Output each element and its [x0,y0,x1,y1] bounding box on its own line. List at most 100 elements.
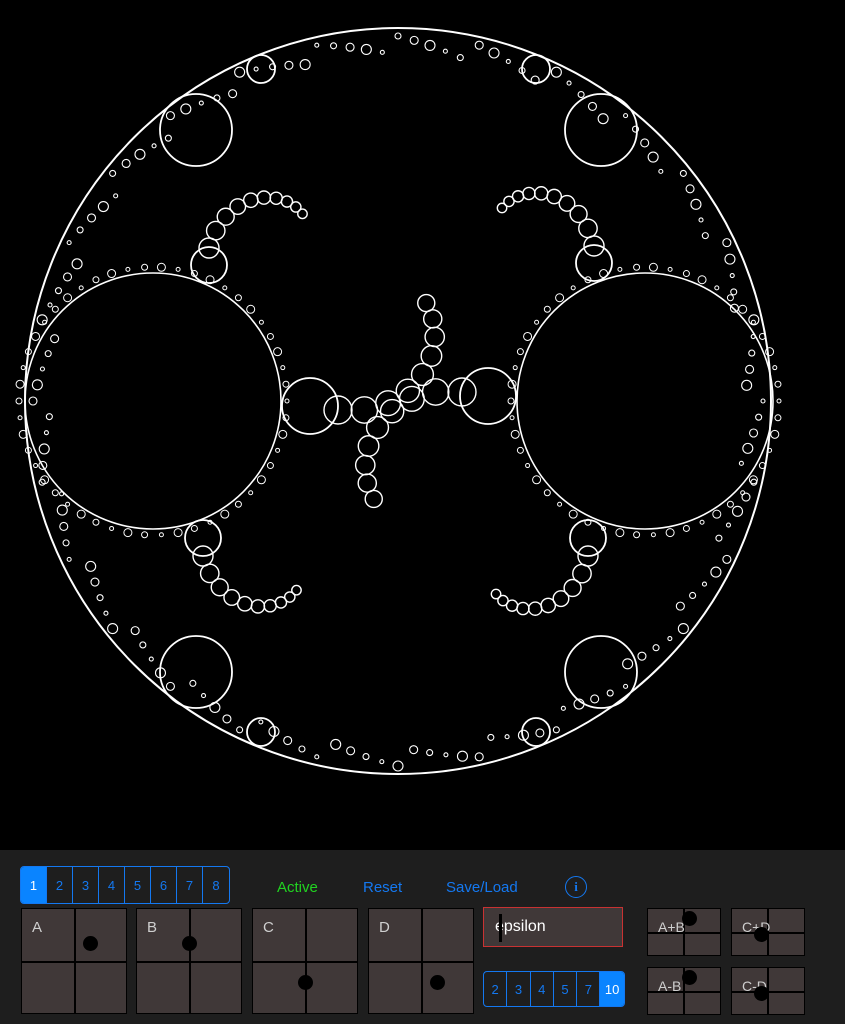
limit-set-circle [134,148,146,160]
limit-set-circle [354,454,376,476]
limit-set-circle [50,334,60,344]
limit-set-circle [180,103,192,115]
combo-pad-c-minus-d[interactable]: C-D [731,967,805,1015]
level-selector-option[interactable]: 7 [177,867,203,903]
limit-set-circle [282,380,290,388]
limit-set-circle [159,93,233,167]
epsilon-slider-knob[interactable] [499,914,502,942]
limit-set-circle [200,693,207,699]
limit-set-circle [394,32,402,40]
depth-selector-option[interactable]: 4 [531,972,554,1006]
limit-set-circle [637,651,647,661]
limit-set-circle [31,379,43,391]
epsilon-slider[interactable]: epsilon [483,907,623,947]
limit-set-circle [275,447,281,453]
limit-set-circle [379,49,385,55]
limit-set-circle [504,734,510,740]
combo-handle[interactable] [682,911,697,926]
level-selector-option[interactable]: 5 [125,867,151,903]
limit-set-circle [360,43,372,55]
limit-set-circle [107,623,119,635]
level-selector-option[interactable]: 8 [203,867,229,903]
limit-set-circle [44,350,52,358]
limit-set-circle [729,303,739,313]
limit-set-circle [512,365,518,371]
info-icon[interactable]: i [565,876,587,898]
pad-b[interactable]: B [136,908,242,1014]
level-selector-option[interactable]: 3 [73,867,99,903]
level-selector-option[interactable]: 2 [47,867,73,903]
limit-set-circle [615,528,625,538]
level-selector-option[interactable]: 6 [151,867,177,903]
limit-set-circle [532,475,542,485]
combo-pad-a-plus-minus-b[interactable]: A+B [647,908,721,956]
depth-selector-option[interactable]: 10 [600,972,624,1006]
active-toggle[interactable]: Active [277,879,318,896]
limit-set-circle [141,531,149,539]
limit-set-circle [557,501,563,507]
limit-set-circle [755,413,763,421]
limit-set-circle [587,101,598,111]
pad-handle[interactable] [429,974,445,990]
limit-set-circle [647,151,659,163]
limit-set-circle [258,319,264,325]
pad-handle[interactable] [298,974,313,990]
fractal-canvas[interactable] [0,0,845,850]
limit-set-circle [447,377,477,407]
combo-handle[interactable] [754,986,769,1001]
limit-set-circle [652,644,660,652]
limit-set-circle [712,509,722,519]
limit-set-circle [566,80,572,86]
limit-set-circle [570,285,576,291]
limit-set-circle [597,113,609,125]
limit-set-circle [278,429,288,439]
pad-a[interactable]: A [21,908,127,1014]
combo-handle[interactable] [754,927,769,942]
limit-set-circle [505,58,511,65]
limit-set-circle [420,345,443,367]
limit-set-circle [523,331,533,341]
limit-set-circle [667,266,673,272]
pad-handle[interactable] [82,936,98,952]
limit-set-circle [59,491,65,497]
limit-set-circle [56,504,68,516]
limit-set-circle [667,635,673,642]
limit-set-circle [242,192,259,209]
pad-handle[interactable] [182,936,197,952]
depth-selector-option[interactable]: 3 [507,972,531,1006]
reset-button[interactable]: Reset [363,879,402,896]
limit-set-circle [246,717,276,747]
combo-pad-a-minus-b[interactable]: A-B [647,967,721,1015]
limit-set-circle [284,398,290,404]
limit-set-circle [409,745,419,755]
limit-set-circle [409,35,419,45]
limit-set-circle [516,446,524,454]
limit-set-circle [697,275,707,285]
limit-set-circle [564,93,638,167]
limit-set-circle [731,505,744,517]
depth-selector-option[interactable]: 5 [554,972,578,1006]
combo-handle[interactable] [682,970,697,985]
limit-set-circle [749,428,759,438]
limit-set-circle [291,584,302,596]
limit-set-circle [474,40,484,50]
save-load-button[interactable]: Save/Load [446,879,518,896]
limit-set-circle [555,293,565,303]
limit-set-circle [222,714,232,724]
limit-set-circle [776,398,782,404]
combo-pad-c-plus-minus-d[interactable]: C+D [731,908,805,956]
pad-c[interactable]: C [252,908,358,1014]
level-selector-option[interactable]: 4 [99,867,125,903]
epsilon-label: epsilon [495,918,546,935]
depth-selector-option[interactable]: 7 [577,972,601,1006]
level-selector-option[interactable]: 1 [21,867,47,903]
depth-selector-option[interactable]: 2 [484,972,508,1006]
limit-set-circle [442,48,448,54]
limit-set-circle [148,656,154,662]
pad-d[interactable]: D [368,908,474,1014]
limit-set-circle [623,683,629,689]
limit-set-circle [422,309,443,329]
limit-set-circle [90,577,100,587]
limit-set-circle [175,266,181,272]
limit-set-circle [540,597,557,614]
